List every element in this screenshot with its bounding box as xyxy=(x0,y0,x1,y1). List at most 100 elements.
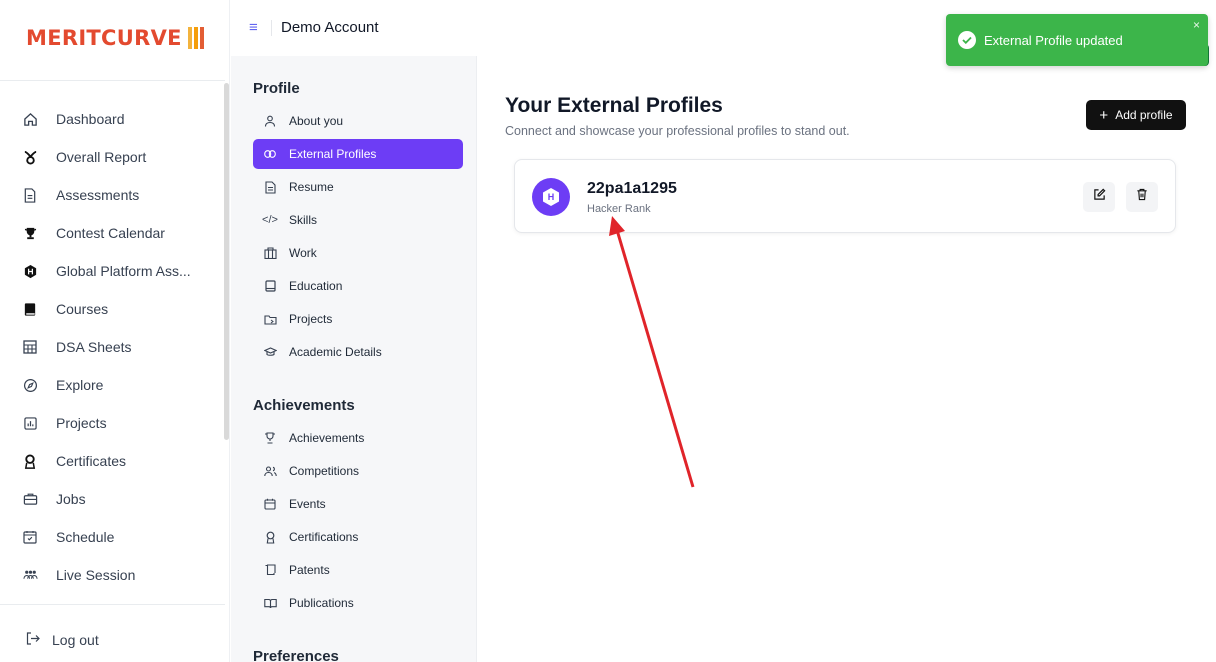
sidebar-item-label: Courses xyxy=(56,301,109,317)
menu-item-label: Competitions xyxy=(289,464,360,478)
sidebar-item-contest-calendar[interactable]: Contest Calendar xyxy=(0,214,225,252)
sidebar-item-label: Dashboard xyxy=(56,111,125,127)
sidebar-item-explore[interactable]: Explore xyxy=(0,366,225,404)
menu-item-label: About you xyxy=(289,114,344,128)
sidebar-item-label: Explore xyxy=(56,377,104,393)
document-icon xyxy=(22,187,38,203)
logout-button[interactable]: Log out xyxy=(26,632,99,648)
menu-item-label: External Profiles xyxy=(289,147,377,161)
sidebar-item-label: Assessments xyxy=(56,187,140,203)
profile-section-heading: Profile xyxy=(253,80,300,97)
book-icon xyxy=(22,301,38,317)
building-icon xyxy=(263,247,277,259)
grid-icon xyxy=(22,339,38,355)
sidebar-item-certificates[interactable]: Certificates xyxy=(0,442,225,480)
edit-profile-button[interactable] xyxy=(1083,182,1115,212)
toast-close-icon[interactable]: × xyxy=(1193,18,1200,32)
sidebar-item-label: Contest Calendar xyxy=(56,225,165,241)
menu-item-publications[interactable]: Publications xyxy=(253,588,463,618)
sidebar-item-label: DSA Sheets xyxy=(56,339,132,355)
menu-item-label: Projects xyxy=(289,312,333,326)
sidebar-item-label: Overall Report xyxy=(56,149,147,165)
award-icon xyxy=(22,453,38,469)
check-circle-icon xyxy=(958,31,976,49)
success-toast: External Profile updated × xyxy=(946,14,1208,66)
menu-item-label: Certifications xyxy=(289,530,359,544)
user-icon xyxy=(263,115,277,127)
profile-platform: Hacker Rank xyxy=(587,203,651,215)
menu-item-about-you[interactable]: About you xyxy=(253,106,463,136)
menu-item-label: Resume xyxy=(289,180,334,194)
achievements-section-heading: Achievements xyxy=(253,397,355,414)
topbar-separator xyxy=(271,20,272,36)
menu-item-work[interactable]: Work xyxy=(253,238,463,268)
menu-item-academic-details[interactable]: Academic Details xyxy=(253,337,463,367)
menu-item-achievements[interactable]: Achievements xyxy=(253,423,463,453)
logout-icon xyxy=(26,632,40,648)
sidebar-item-projects[interactable]: Projects xyxy=(0,404,225,442)
brand-name: MERITCURVE xyxy=(26,26,182,50)
preferences-section-heading: Preferences xyxy=(253,648,339,662)
add-profile-button[interactable]: + Add profile xyxy=(1086,100,1186,130)
scroll-icon xyxy=(263,564,277,576)
calendar-icon xyxy=(22,529,38,545)
sidebar-item-schedule[interactable]: Schedule xyxy=(0,518,225,556)
page-subtitle: Connect and showcase your professional p… xyxy=(505,124,850,138)
users-icon xyxy=(263,465,277,477)
sidebar-item-assessments[interactable]: Assessments xyxy=(0,176,225,214)
sidebar-item-dashboard[interactable]: Dashboard xyxy=(0,100,225,138)
calendar-icon xyxy=(263,498,277,510)
menu-item-skills[interactable]: </> Skills xyxy=(253,205,463,235)
page-title: Your External Profiles xyxy=(505,94,723,117)
sidebar-item-global-platform[interactable]: Global Platform Ass... xyxy=(0,252,225,290)
menu-item-label: Patents xyxy=(289,563,330,577)
trash-icon xyxy=(1136,188,1148,206)
main-sidebar: MERITCURVE Dashboard Overall Report Asse… xyxy=(0,0,230,662)
sidebar-item-label: Certificates xyxy=(56,453,127,469)
hexagon-icon xyxy=(22,263,38,279)
sidebar-divider xyxy=(0,604,225,605)
sidebar-item-label: Live Session xyxy=(56,567,136,583)
file-icon xyxy=(263,180,277,194)
menu-item-projects[interactable]: Projects xyxy=(253,304,463,334)
trophy-icon xyxy=(22,225,38,241)
menu-item-competitions[interactable]: Competitions xyxy=(253,456,463,486)
award-icon xyxy=(263,531,277,544)
graduation-cap-icon xyxy=(263,347,277,357)
trophy-icon xyxy=(263,432,277,444)
home-icon xyxy=(22,111,38,127)
sidebar-item-label: Projects xyxy=(56,415,107,431)
people-icon xyxy=(22,567,38,583)
menu-item-certifications[interactable]: Certifications xyxy=(253,522,463,552)
logout-label: Log out xyxy=(52,632,99,648)
sidebar-item-label: Global Platform Ass... xyxy=(56,263,191,279)
bar-chart-icon xyxy=(22,415,38,431)
sidebar-item-courses[interactable]: Courses xyxy=(0,290,225,328)
logo-bars-icon xyxy=(187,27,204,49)
menu-item-label: Work xyxy=(289,246,317,260)
briefcase-icon xyxy=(22,491,38,507)
hackerrank-logo-icon: H xyxy=(532,178,570,216)
code-icon: </> xyxy=(262,214,278,226)
sidebar-item-dsa-sheets[interactable]: DSA Sheets xyxy=(0,328,225,366)
sidebar-divider xyxy=(0,80,225,81)
menu-item-patents[interactable]: Patents xyxy=(253,555,463,585)
menu-item-label: Education xyxy=(289,279,343,293)
external-profile-card: H 22pa1a1295 Hacker Rank xyxy=(514,159,1176,233)
menu-item-label: Academic Details xyxy=(289,345,382,359)
menu-item-external-profiles[interactable]: External Profiles xyxy=(253,139,463,169)
menu-toggle-icon[interactable]: ≡ xyxy=(249,19,258,36)
menu-item-resume[interactable]: Resume xyxy=(253,172,463,202)
sidebar-nav: Dashboard Overall Report Assessments Con… xyxy=(0,100,225,594)
sidebar-item-live-session[interactable]: Live Session xyxy=(0,556,225,594)
sidebar-item-overall-report[interactable]: Overall Report xyxy=(0,138,225,176)
open-book-icon xyxy=(263,598,277,609)
brand-logo[interactable]: MERITCURVE xyxy=(26,26,204,50)
account-name: Demo Account xyxy=(281,19,379,36)
delete-profile-button[interactable] xyxy=(1126,182,1158,212)
main-content: Your External Profiles Connect and showc… xyxy=(478,56,1216,662)
sidebar-item-jobs[interactable]: Jobs xyxy=(0,480,225,518)
menu-item-education[interactable]: Education xyxy=(253,271,463,301)
menu-item-events[interactable]: Events xyxy=(253,489,463,519)
edit-icon xyxy=(1093,188,1106,206)
